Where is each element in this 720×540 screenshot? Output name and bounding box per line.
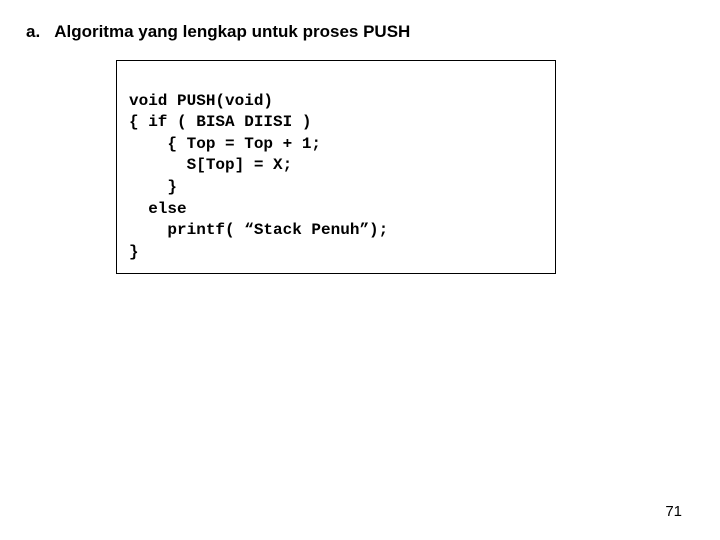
code-line: else [129, 200, 187, 218]
heading-label: a. [26, 22, 40, 42]
section-heading: a. Algoritma yang lengkap untuk proses PU… [26, 22, 410, 42]
code-line: { if ( BISA DIISI ) [129, 113, 311, 131]
code-line: void PUSH(void) [129, 92, 273, 110]
code-line: } [129, 178, 177, 196]
code-line: { Top = Top + 1; [129, 135, 321, 153]
heading-title: Algoritma yang lengkap untuk proses PUSH [54, 22, 410, 41]
code-line: printf( “Stack Penuh”); [129, 221, 388, 239]
page-number: 71 [665, 503, 682, 520]
code-box: void PUSH(void) { if ( BISA DIISI ) { To… [116, 60, 556, 274]
code-line: S[Top] = X; [129, 156, 292, 174]
code-line: } [129, 243, 139, 261]
